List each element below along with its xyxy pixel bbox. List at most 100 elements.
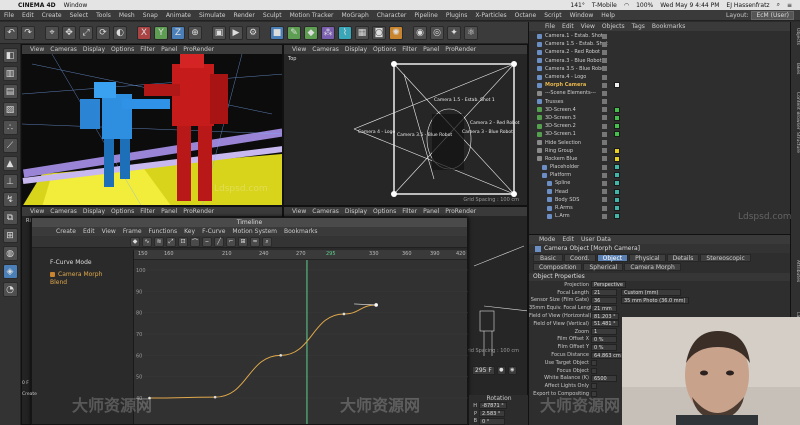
- autokey-icon[interactable]: ◉: [507, 365, 517, 375]
- material-tag-icon[interactable]: [614, 172, 620, 179]
- tl-menu-edit[interactable]: Edit: [83, 228, 95, 235]
- object-row[interactable]: Camera 1.5 - Estab. Shot: [529, 40, 790, 48]
- object-row[interactable]: 3D-Screen.1: [529, 130, 790, 138]
- visibility-toggle[interactable]: [602, 41, 607, 47]
- deformer-icon[interactable]: ⌇: [338, 25, 352, 40]
- vp-menu-prorender[interactable]: ProRender: [183, 46, 214, 53]
- attribute-tab[interactable]: Details: [666, 254, 700, 262]
- scale-icon[interactable]: ⤢: [79, 25, 93, 40]
- record-icon[interactable]: ●: [496, 365, 506, 375]
- property-checkbox[interactable]: [591, 383, 597, 390]
- keyframe-point[interactable]: [213, 395, 217, 399]
- property-field[interactable]: 0 %: [591, 343, 617, 351]
- edges-mode-icon[interactable]: ⟋: [2, 138, 18, 153]
- tl-menu-bookmarks[interactable]: Bookmarks: [284, 228, 318, 235]
- visibility-toggle[interactable]: [602, 172, 607, 178]
- object-row[interactable]: Body SDS: [529, 196, 790, 204]
- menu-select[interactable]: Select: [70, 12, 89, 19]
- cube-icon[interactable]: ■: [270, 25, 284, 40]
- menu-help[interactable]: Help: [601, 12, 615, 19]
- visibility-toggle[interactable]: [602, 205, 607, 211]
- light-icon[interactable]: ✺: [389, 25, 403, 40]
- menu-snap[interactable]: Snap: [143, 12, 158, 19]
- vp3-menu-panel[interactable]: Panel: [161, 208, 177, 215]
- visibility-toggle[interactable]: [602, 180, 607, 186]
- menu-sculpt[interactable]: Sculpt: [263, 12, 282, 19]
- object-row[interactable]: Camera.3 - Blue Robot: [529, 57, 790, 65]
- vp2-menu-panel[interactable]: Panel: [423, 46, 439, 53]
- locked-workplane-icon[interactable]: ⊞: [2, 228, 18, 243]
- object-row[interactable]: Spline: [529, 179, 790, 187]
- spline-soft-icon[interactable]: ⌒: [190, 236, 200, 247]
- menubar-window[interactable]: Window: [64, 2, 88, 9]
- undo-icon[interactable]: ↶: [4, 25, 18, 40]
- render-view-icon[interactable]: ▣: [212, 25, 226, 40]
- visibility-toggle[interactable]: [602, 66, 607, 72]
- z-axis-icon[interactable]: Z: [171, 25, 185, 40]
- app-name[interactable]: CINEMA 4D: [18, 2, 56, 9]
- frame-ruler[interactable]: 150 160 210 240 270 295 330 360 390 420: [134, 250, 467, 260]
- vp2-menu-view[interactable]: View: [292, 46, 306, 53]
- vp2-menu-options[interactable]: Options: [373, 46, 396, 53]
- octane-settings-icon[interactable]: ◎: [430, 25, 444, 40]
- x-axis-icon[interactable]: X: [137, 25, 151, 40]
- object-row[interactable]: Hide Selection: [529, 138, 790, 146]
- right-tab[interactable]: Objects: [792, 28, 800, 45]
- vp-menu-cameras[interactable]: Cameras: [50, 46, 77, 53]
- tl-menu-key[interactable]: Key: [184, 228, 195, 235]
- object-row[interactable]: Head: [529, 188, 790, 196]
- spline-step-icon[interactable]: ⌐: [226, 236, 236, 247]
- left-frame-field[interactable]: 0 F: [22, 381, 32, 386]
- object-row[interactable]: Camera.1 - Estab. Shot: [529, 32, 790, 40]
- vp4-menu-display[interactable]: Display: [345, 208, 367, 215]
- object-row[interactable]: Camera.4 - Logo: [529, 73, 790, 81]
- vp3-menu-display[interactable]: Display: [83, 208, 105, 215]
- property-field[interactable]: 1: [591, 328, 617, 336]
- property-dropdown[interactable]: Custom (mm): [621, 289, 681, 297]
- attribute-tab[interactable]: Spherical: [583, 263, 624, 271]
- workplane-icon[interactable]: ▨: [2, 102, 18, 117]
- vp4-menu-filter[interactable]: Filter: [402, 208, 417, 215]
- clock[interactable]: Wed May 9 4:44 PM: [660, 2, 719, 9]
- octane-icon[interactable]: ◈: [2, 264, 18, 279]
- visibility-toggle[interactable]: [602, 99, 607, 105]
- menu-pipeline[interactable]: Pipeline: [414, 12, 437, 19]
- am-menu-user-data[interactable]: User Data: [581, 236, 611, 243]
- property-field[interactable]: 0 %: [591, 335, 617, 343]
- object-row[interactable]: Camera.2 - Red Robot: [529, 48, 790, 56]
- menu-render[interactable]: Render: [233, 12, 254, 19]
- om-menu-edit[interactable]: Edit: [562, 23, 574, 30]
- right-tab[interactable]: Structure: [792, 132, 800, 153]
- temp-status[interactable]: 141°: [570, 2, 584, 9]
- vp2-menu-filter[interactable]: Filter: [402, 46, 417, 53]
- ripple-icon[interactable]: ≈: [250, 236, 260, 247]
- search-icon[interactable]: ⌕: [777, 1, 780, 9]
- layer-tag-icon[interactable]: [614, 147, 620, 154]
- visibility-toggle[interactable]: [602, 115, 607, 121]
- vp2-menu-display[interactable]: Display: [345, 46, 367, 53]
- tl-menu-functions[interactable]: Functions: [149, 228, 178, 235]
- material-tag-icon[interactable]: [614, 180, 620, 187]
- object-row[interactable]: R.Arms: [529, 204, 790, 212]
- track-blend[interactable]: Blend: [50, 278, 145, 286]
- keyframe-point[interactable]: [279, 354, 283, 357]
- visibility-toggle[interactable]: [602, 140, 607, 146]
- menu-octane[interactable]: Octane: [515, 12, 537, 19]
- menu-plugins[interactable]: Plugins: [446, 12, 468, 19]
- wifi-icon[interactable]: ◠: [624, 2, 629, 9]
- tangent-handle[interactable]: [354, 303, 377, 306]
- recent-tools-icon[interactable]: ◐: [113, 25, 127, 40]
- layer-tag-icon[interactable]: [614, 155, 620, 162]
- menu-create[interactable]: Create: [42, 12, 62, 19]
- visibility-toggle[interactable]: [602, 58, 607, 64]
- property-field[interactable]: 6500: [591, 374, 617, 382]
- live-selection-icon[interactable]: ⌖: [45, 25, 59, 40]
- points-mode-icon[interactable]: ∴: [2, 120, 18, 135]
- menu-character[interactable]: Character: [377, 12, 407, 19]
- camera-morph-tag-icon[interactable]: [614, 82, 620, 89]
- vp4-menu-prorender[interactable]: ProRender: [445, 208, 476, 215]
- vp-menu-panel[interactable]: Panel: [161, 46, 177, 53]
- menu-simulate[interactable]: Simulate: [199, 12, 226, 19]
- track-camera-morph[interactable]: Camera Morph: [50, 270, 145, 278]
- layout-dropdown[interactable]: EcM (User): [751, 10, 794, 20]
